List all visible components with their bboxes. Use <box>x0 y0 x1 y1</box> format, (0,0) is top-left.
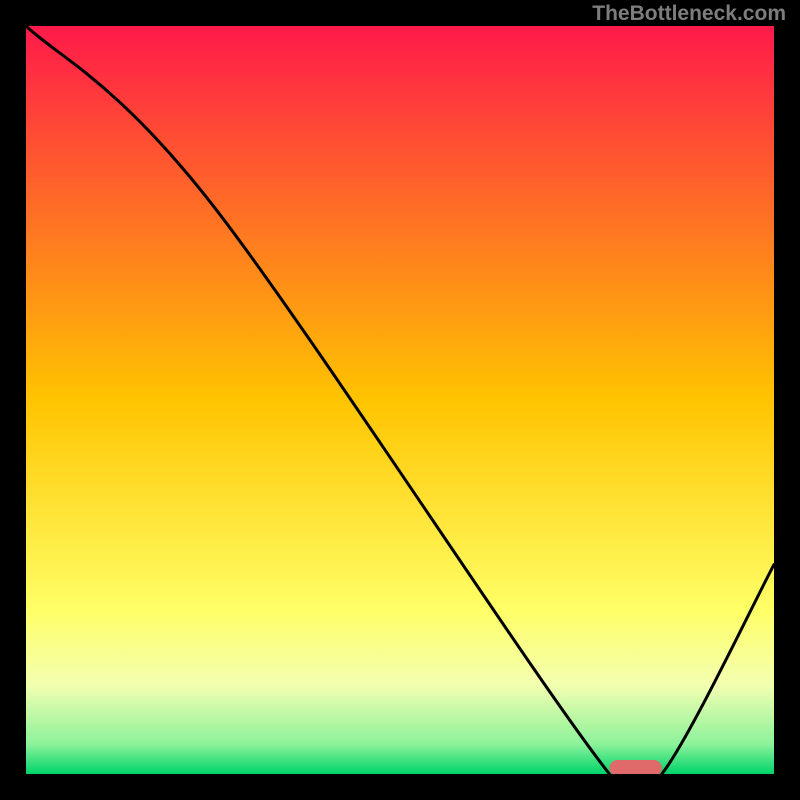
bottleneck-chart <box>0 0 800 800</box>
chart-svg <box>0 0 800 800</box>
gradient-background <box>26 26 774 774</box>
watermark-text: TheBottleneck.com <box>592 2 786 26</box>
optimal-band-marker <box>609 760 661 776</box>
